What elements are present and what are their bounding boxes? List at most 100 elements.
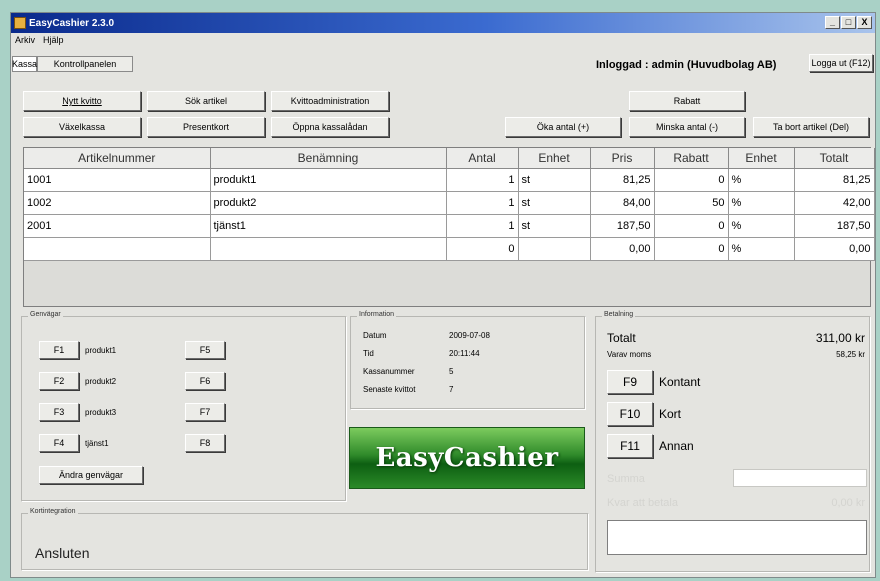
tab-kassa[interactable]: Kassa <box>12 56 37 72</box>
table-cell[interactable]: 2001 <box>24 214 211 238</box>
column-header-discount[interactable]: Rabatt <box>654 148 729 169</box>
information-title: Information <box>357 311 397 318</box>
increase-qty-button[interactable]: Öka antal (+) <box>505 117 621 137</box>
change-register-button[interactable]: Växelkassa <box>23 117 141 137</box>
table-cell[interactable]: % <box>728 168 795 192</box>
search-article-button[interactable]: Sök artikel <box>147 91 265 111</box>
table-cell[interactable]: 0,00 <box>590 237 655 261</box>
table-row[interactable]: 1001 produkt1 1 st 81,25 0 % 81,25 <box>24 168 875 192</box>
column-header-article-number[interactable]: Artikelnummer <box>24 148 211 169</box>
payment-message-field[interactable] <box>607 520 867 555</box>
decrease-qty-button[interactable]: Minska antal (-) <box>629 117 745 137</box>
app-window: EasyCashier 2.3.0 _ □ X Arkiv Hjälp Kass… <box>10 12 876 578</box>
table-cell[interactable]: produkt2 <box>210 191 447 215</box>
menu-bar: Arkiv Hjälp <box>11 33 64 47</box>
table-cell[interactable] <box>210 237 447 261</box>
pay-card-button[interactable]: F10 <box>607 402 653 426</box>
table-header-row: Artikelnummer Benämning Antal Enhet Pris… <box>24 148 875 169</box>
table-cell[interactable]: produkt1 <box>210 168 447 192</box>
table-cell[interactable]: 0,00 <box>794 237 875 261</box>
table-cell[interactable]: % <box>728 191 795 215</box>
pay-card-label: Kort <box>659 407 682 421</box>
column-header-discount-unit[interactable]: Enhet <box>728 148 795 169</box>
table-cell[interactable] <box>24 237 211 261</box>
shortcut-f4-label: tjänst1 <box>85 439 109 448</box>
info-register-label: Kassanummer <box>363 367 415 376</box>
table-cell[interactable]: st <box>518 214 591 238</box>
pay-cash-label: Kontant <box>659 375 701 389</box>
shortcut-f6-button[interactable]: F6 <box>185 372 225 390</box>
open-drawer-button[interactable]: Öppna kassalådan <box>271 117 389 137</box>
table-row[interactable]: 0 0,00 0 % 0,00 <box>24 237 875 261</box>
info-register-value: 5 <box>449 367 454 376</box>
column-header-total[interactable]: Totalt <box>794 148 875 169</box>
window-controls: _ □ X <box>825 16 872 29</box>
menu-hjalp[interactable]: Hjälp <box>43 35 64 45</box>
table-row[interactable]: 1002 produkt2 1 st 84,00 50 % 42,00 <box>24 191 875 215</box>
remaining-value: 0,00 kr <box>831 497 865 509</box>
discount-button[interactable]: Rabatt <box>629 91 745 111</box>
table-cell[interactable]: st <box>518 191 591 215</box>
card-integration-title: Kortintegration <box>28 508 78 515</box>
table-cell[interactable]: 0 <box>654 214 729 238</box>
close-button[interactable]: X <box>857 16 872 29</box>
new-receipt-button[interactable]: Nytt kvitto <box>23 91 141 111</box>
column-header-quantity[interactable]: Antal <box>446 148 519 169</box>
info-date-value: 2009-07-08 <box>449 331 490 340</box>
shortcut-f2-label: produkt2 <box>85 377 117 386</box>
table-cell[interactable]: 0 <box>654 168 729 192</box>
info-last-receipt-label: Senaste kvittot <box>363 385 416 394</box>
shortcut-f8-button[interactable]: F8 <box>185 434 225 452</box>
table-cell[interactable]: tjänst1 <box>210 214 447 238</box>
card-integration-panel: Kortintegration <box>21 508 589 571</box>
shortcut-f1-button[interactable]: F1 <box>39 341 79 359</box>
payment-vat-value: 58,25 kr <box>836 350 865 359</box>
table-cell[interactable]: 50 <box>654 191 729 215</box>
table-cell[interactable]: 81,25 <box>794 168 875 192</box>
payment-title: Betalning <box>602 311 636 318</box>
table-cell[interactable]: % <box>728 237 795 261</box>
shortcut-f2-button[interactable]: F2 <box>39 372 79 390</box>
logout-button[interactable]: Logga ut (F12) <box>809 54 873 72</box>
sum-label: Summa <box>607 473 645 485</box>
change-shortcuts-button[interactable]: Ändra genvägar <box>39 466 143 484</box>
pay-cash-button[interactable]: F9 <box>607 370 653 394</box>
column-header-description[interactable]: Benämning <box>210 148 447 169</box>
table-cell[interactable]: 84,00 <box>590 191 655 215</box>
table-cell[interactable]: 1001 <box>24 168 211 192</box>
shortcut-f7-button[interactable]: F7 <box>185 403 225 421</box>
shortcut-f5-button[interactable]: F5 <box>185 341 225 359</box>
pay-other-button[interactable]: F11 <box>607 434 653 458</box>
shortcut-f1-label: produkt1 <box>85 346 117 355</box>
table-cell[interactable]: 0 <box>446 237 519 261</box>
table-cell[interactable]: 1 <box>446 168 519 192</box>
column-header-unit[interactable]: Enhet <box>518 148 591 169</box>
table-cell[interactable]: st <box>518 168 591 192</box>
shortcut-f4-button[interactable]: F4 <box>39 434 79 452</box>
table-cell[interactable]: 1 <box>446 214 519 238</box>
maximize-button[interactable]: □ <box>841 16 856 29</box>
table-cell[interactable]: 187,50 <box>590 214 655 238</box>
table-cell[interactable]: 187,50 <box>794 214 875 238</box>
table-cell[interactable]: 1002 <box>24 191 211 215</box>
receipt-admin-button[interactable]: Kvittoadministration <box>271 91 389 111</box>
table-row[interactable]: 2001 tjänst1 1 st 187,50 0 % 187,50 <box>24 214 875 238</box>
table-cell[interactable] <box>518 237 591 261</box>
table-cell[interactable]: 42,00 <box>794 191 875 215</box>
shortcut-f3-button[interactable]: F3 <box>39 403 79 421</box>
login-status: Inloggad : admin (Huvudbolag AB) <box>596 59 777 71</box>
minimize-button[interactable]: _ <box>825 16 840 29</box>
payment-total-value: 311,00 kr <box>815 331 865 345</box>
gift-card-button[interactable]: Presentkort <box>147 117 265 137</box>
tab-kontrollpanelen[interactable]: Kontrollpanelen <box>37 56 133 72</box>
shortcuts-title: Genvägar <box>28 311 63 318</box>
table-cell[interactable]: % <box>728 214 795 238</box>
table-cell[interactable]: 1 <box>446 191 519 215</box>
info-time-label: Tid <box>363 349 374 358</box>
table-cell[interactable]: 81,25 <box>590 168 655 192</box>
sum-input[interactable] <box>733 469 867 487</box>
column-header-price[interactable]: Pris <box>590 148 655 169</box>
table-cell[interactable]: 0 <box>654 237 729 261</box>
menu-arkiv[interactable]: Arkiv <box>15 35 35 45</box>
remove-article-button[interactable]: Ta bort artikel (Del) <box>753 117 869 137</box>
